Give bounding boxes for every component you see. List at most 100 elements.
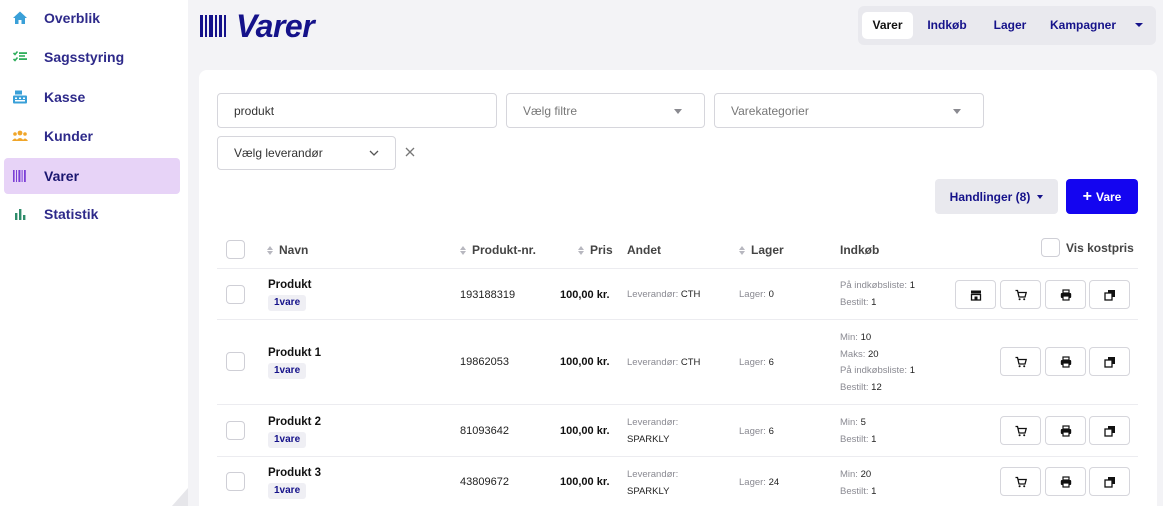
column-header-label: Pris (590, 243, 613, 257)
copy-icon (1103, 476, 1115, 488)
sidebar-item-label: Kunder (44, 128, 93, 144)
row-divider (217, 268, 1138, 269)
purchase-info: Bestilt: 1 (840, 486, 876, 497)
product-badge: 1vare (268, 363, 307, 379)
store-icon (970, 290, 981, 301)
purchase-label: Bestilt: (840, 382, 869, 393)
select-all-checkbox[interactable] (226, 240, 245, 259)
duplicate-button[interactable] (1089, 416, 1130, 445)
add-to-cart-button[interactable] (1000, 280, 1041, 309)
add-product-button-label: Vare (1095, 189, 1122, 204)
purchase-value: 12 (871, 382, 882, 393)
barcode-icon (200, 15, 228, 37)
checklist-icon (12, 49, 28, 65)
sidebar-item-kasse[interactable]: Kasse (4, 79, 180, 115)
sidebar-item-label: Sagsstyring (44, 49, 125, 65)
store-button[interactable] (955, 280, 996, 309)
product-badge: 1vare (268, 295, 307, 311)
purchase-value: 10 (860, 332, 872, 343)
column-header-price[interactable]: Pris (578, 243, 613, 257)
supplier-select[interactable]: Vælg leverandør (217, 136, 396, 170)
stock-value: 6 (768, 426, 774, 437)
duplicate-button[interactable] (1089, 280, 1130, 309)
supplier-label: Leverandør: (627, 289, 679, 300)
row-divider (217, 456, 1138, 457)
stock-label: Lager: (739, 289, 766, 300)
column-header-stock[interactable]: Lager (739, 243, 784, 257)
supplier-select-placeholder: Vælg leverandør (234, 146, 323, 160)
sidebar-item-overblik[interactable]: Overblik (4, 0, 180, 36)
duplicate-button[interactable] (1089, 467, 1130, 496)
sidebar: Overblik Sagsstyring Kasse Kunder Varer … (0, 0, 188, 506)
printer-icon (1060, 475, 1071, 488)
row-checkbox[interactable] (226, 472, 245, 491)
row-checkbox[interactable] (226, 421, 245, 440)
plus-icon: + (1082, 187, 1092, 205)
duplicate-button[interactable] (1089, 347, 1130, 376)
sidebar-item-varer[interactable]: Varer (4, 158, 180, 194)
caret-down-icon (674, 109, 682, 114)
cart-icon (1015, 476, 1027, 487)
tabs-more-button[interactable] (1132, 14, 1146, 36)
column-header-label: Produkt-nr. (472, 243, 537, 257)
product-name[interactable]: Produkt 2 (268, 416, 321, 428)
product-price: 100,00 kr. (560, 425, 610, 437)
column-header-label: Lager (751, 243, 784, 257)
product-number: 43809672 (460, 476, 509, 488)
show-cost-text: Vis kostpris (1066, 241, 1134, 255)
sidebar-item-kunder[interactable]: Kunder (4, 118, 180, 154)
cash-register-icon (12, 89, 28, 105)
supplier-value: CTH (680, 357, 701, 368)
row-divider (217, 319, 1138, 320)
cart-icon (1015, 425, 1027, 436)
clear-filters-icon[interactable] (404, 146, 416, 158)
tab-kampagner[interactable]: Kampagner (1048, 12, 1118, 39)
tab-lager[interactable]: Lager (985, 12, 1035, 39)
sidebar-item-label: Statistik (44, 206, 99, 222)
column-header-name[interactable]: Navn (267, 243, 308, 257)
product-name[interactable]: Produkt (268, 279, 311, 291)
sidebar-resize-handle[interactable] (172, 488, 188, 506)
copy-icon (1103, 356, 1115, 368)
product-name[interactable]: Produkt 1 (268, 347, 321, 359)
row-checkbox[interactable] (226, 285, 245, 304)
print-button[interactable] (1045, 347, 1086, 376)
tab-varer[interactable]: Varer (862, 12, 913, 39)
sidebar-item-statistik[interactable]: Statistik (4, 196, 180, 232)
filter-select[interactable]: Vælg filtre (506, 93, 705, 128)
supplier-value: CTH (680, 289, 701, 300)
purchase-value: 5 (860, 417, 866, 428)
users-icon (12, 128, 28, 144)
search-input[interactable]: produkt (217, 93, 497, 128)
sidebar-item-sagsstyring[interactable]: Sagsstyring (4, 39, 180, 75)
print-button[interactable] (1045, 467, 1086, 496)
tab-indkob[interactable]: Indkøb (921, 12, 973, 39)
supplier-label: Leverandør: (627, 469, 679, 480)
print-button[interactable] (1045, 416, 1086, 445)
column-header-product-no[interactable]: Produkt-nr. (460, 243, 536, 257)
stock-info: Lager: 24 (739, 477, 779, 488)
show-cost-checkbox[interactable] (1041, 238, 1060, 257)
supplier-info: Leverandør: (627, 469, 678, 480)
add-product-button[interactable]: + Vare (1066, 179, 1138, 214)
actions-button[interactable]: Handlinger (8) (935, 179, 1058, 214)
row-checkbox[interactable] (226, 352, 245, 371)
purchase-info: Maks: 20 (840, 349, 879, 360)
printer-icon (1060, 355, 1071, 368)
print-button[interactable] (1045, 280, 1086, 309)
copy-icon (1103, 289, 1115, 301)
caret-down-icon (1135, 23, 1143, 27)
row-divider (217, 404, 1138, 405)
product-name[interactable]: Produkt 3 (268, 467, 321, 479)
add-to-cart-button[interactable] (1000, 347, 1041, 376)
supplier-value: SPARKLY (627, 434, 670, 445)
product-price: 100,00 kr. (560, 289, 610, 301)
stock-info: Lager: 0 (739, 289, 774, 300)
stock-label: Lager: (739, 426, 766, 437)
add-to-cart-button[interactable] (1000, 416, 1041, 445)
bar-chart-icon (12, 206, 28, 222)
category-select[interactable]: Varekategorier (714, 93, 984, 128)
purchase-info: Min: 10 (840, 332, 871, 343)
stock-info: Lager: 6 (739, 357, 774, 368)
add-to-cart-button[interactable] (1000, 467, 1041, 496)
